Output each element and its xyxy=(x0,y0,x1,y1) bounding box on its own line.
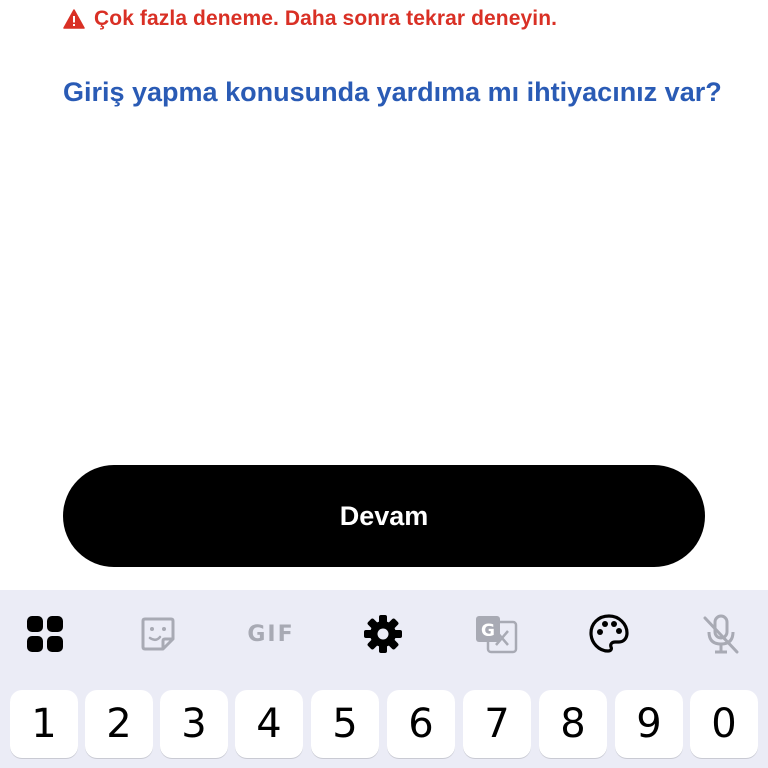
settings-gear-icon[interactable] xyxy=(359,610,407,658)
key-3[interactable]: 3 xyxy=(160,690,228,758)
gif-label: GIF xyxy=(247,621,295,647)
palette-icon[interactable] xyxy=(585,610,633,658)
key-2[interactable]: 2 xyxy=(85,690,153,758)
key-8[interactable]: 8 xyxy=(539,690,607,758)
translate-icon[interactable]: G xyxy=(472,610,520,658)
gif-button[interactable]: GIF xyxy=(238,610,304,658)
key-1[interactable]: 1 xyxy=(10,690,78,758)
key-4[interactable]: 4 xyxy=(235,690,303,758)
mic-off-icon[interactable] xyxy=(697,610,745,658)
svg-text:G: G xyxy=(481,621,495,641)
continue-button[interactable]: Devam xyxy=(63,465,705,567)
error-message: Çok fazla deneme. Daha sonra tekrar dene… xyxy=(63,6,557,32)
key-5[interactable]: 5 xyxy=(311,690,379,758)
warning-icon xyxy=(63,9,85,29)
key-7[interactable]: 7 xyxy=(463,690,531,758)
keyboard: GIF G 1 2 3 4 5 6 7 8 9 0 xyxy=(0,590,768,768)
keyboard-toolbar: GIF G xyxy=(0,590,768,676)
number-keys-row: 1 2 3 4 5 6 7 8 9 0 xyxy=(0,690,768,758)
key-9[interactable]: 9 xyxy=(615,690,683,758)
sticker-icon[interactable] xyxy=(134,610,182,658)
login-help-link[interactable]: Giriş yapma konusunda yardıma mı ihtiyac… xyxy=(63,74,723,111)
apps-grid-icon[interactable] xyxy=(21,610,69,658)
key-0[interactable]: 0 xyxy=(690,690,758,758)
error-text: Çok fazla deneme. Daha sonra tekrar dene… xyxy=(94,7,558,30)
key-6[interactable]: 6 xyxy=(387,690,455,758)
